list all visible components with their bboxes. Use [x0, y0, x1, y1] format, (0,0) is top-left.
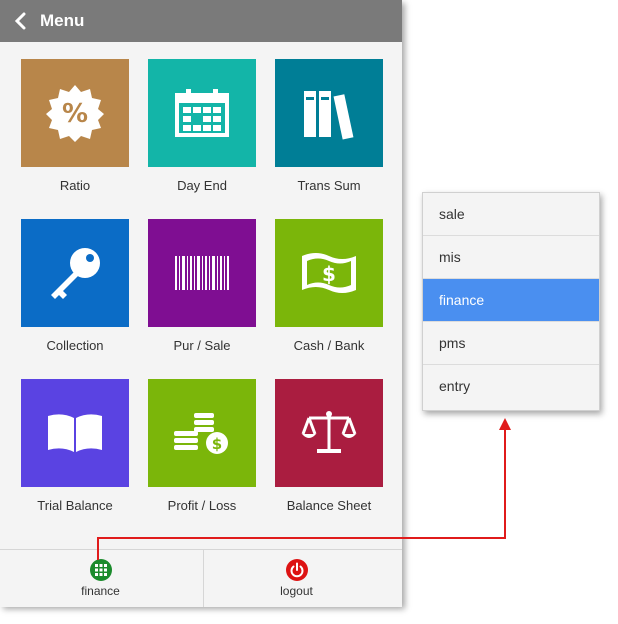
dropdown-item-mis[interactable]: mis [423, 236, 599, 279]
module-dropdown: sale mis finance pms entry [422, 192, 600, 411]
dropdown-item-sale[interactable]: sale [423, 193, 599, 236]
dropdown-item-entry[interactable]: entry [423, 365, 599, 408]
dropdown-item-finance[interactable]: finance [423, 279, 599, 322]
dropdown-item-pms[interactable]: pms [423, 322, 599, 365]
